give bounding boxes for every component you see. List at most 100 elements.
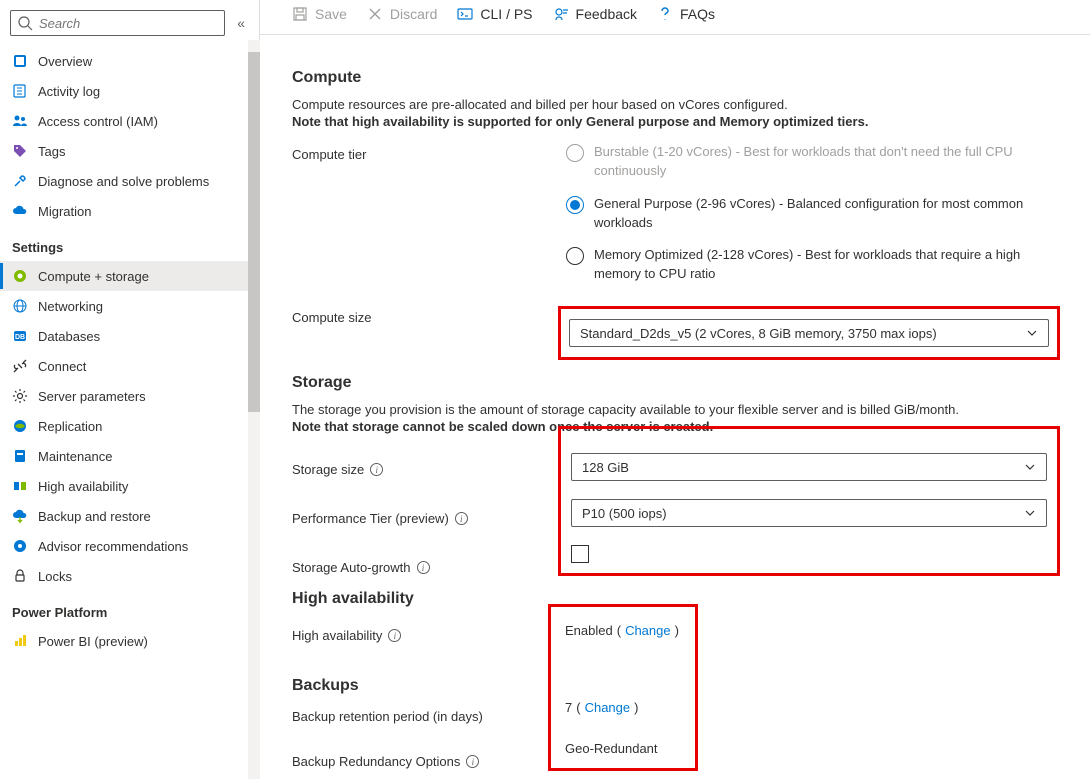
discard-button[interactable]: Discard (367, 6, 437, 22)
sidebar: « Overview Activity log Access control (… (0, 0, 260, 779)
nav-label: Maintenance (38, 449, 112, 464)
cloud-restore-icon (12, 508, 28, 524)
nav-access-control[interactable]: Access control (IAM) (0, 106, 259, 136)
ha-change-link[interactable]: Change (625, 623, 671, 638)
search-input-wrapper[interactable] (10, 10, 225, 36)
performance-tier-value: P10 (500 iops) (582, 506, 667, 521)
nav-replication[interactable]: Replication (0, 411, 259, 441)
globe-icon (12, 298, 28, 314)
database-icon: DB (12, 328, 28, 344)
backups-title: Backups (292, 677, 556, 695)
content: Compute Compute resources are pre-alloca… (260, 35, 1090, 779)
storage-size-select[interactable]: 128 GiB (571, 453, 1047, 481)
tier-memory-label: Memory Optimized (2-128 vCores) - Best f… (594, 246, 1060, 284)
cli-button[interactable]: CLI / PS (457, 6, 532, 22)
nav-compute-storage[interactable]: Compute + storage (0, 261, 259, 291)
nav-networking[interactable]: Networking (0, 291, 259, 321)
nav-label: Locks (38, 569, 72, 584)
nav-databases[interactable]: DB Databases (0, 321, 259, 351)
nav-connect[interactable]: Connect (0, 351, 259, 381)
nav-backup-restore[interactable]: Backup and restore (0, 501, 259, 531)
save-button[interactable]: Save (292, 6, 347, 22)
nav-tags[interactable]: Tags (0, 136, 259, 166)
nav-label: Diagnose and solve problems (38, 174, 209, 189)
connect-icon (12, 358, 28, 374)
overview-icon (12, 53, 28, 69)
nav-label: Server parameters (38, 389, 146, 404)
people-icon (12, 113, 28, 129)
nav-list: Overview Activity log Access control (IA… (0, 46, 259, 779)
lock-icon (12, 568, 28, 584)
gear-icon (12, 388, 28, 404)
activity-log-icon (12, 83, 28, 99)
tag-icon (12, 143, 28, 159)
save-label: Save (315, 6, 347, 22)
nav-label: Compute + storage (38, 269, 149, 284)
radio-icon (566, 247, 584, 265)
nav-advisor[interactable]: Advisor recommendations (0, 531, 259, 561)
tier-burstable[interactable]: Burstable (1-20 vCores) - Best for workl… (566, 143, 1060, 181)
feedback-button[interactable]: Feedback (553, 6, 637, 22)
chevron-down-icon (1026, 327, 1038, 339)
radio-icon (566, 144, 584, 162)
search-icon (17, 15, 33, 31)
nav-migration[interactable]: Migration (0, 196, 259, 226)
nav-label: Replication (38, 419, 102, 434)
ha-value: Enabled (565, 623, 613, 638)
nav-label: Databases (38, 329, 100, 344)
compute-lead: Compute resources are pre-allocated and … (292, 97, 1060, 112)
svg-text:DB: DB (15, 334, 25, 341)
cli-label: CLI / PS (480, 6, 532, 22)
nav-high-availability[interactable]: High availability (0, 471, 259, 501)
wrench-icon (12, 173, 28, 189)
maintenance-icon (12, 448, 28, 464)
nav-diagnose[interactable]: Diagnose and solve problems (0, 166, 259, 196)
compute-size-select[interactable]: Standard_D2ds_v5 (2 vCores, 8 GiB memory… (569, 319, 1049, 347)
chevron-down-icon (1024, 507, 1036, 519)
nav-power-bi[interactable]: Power BI (preview) (0, 626, 259, 656)
retention-value: 7 (565, 700, 572, 715)
storage-autogrowth-checkbox[interactable] (571, 545, 589, 563)
info-icon[interactable]: i (466, 755, 479, 768)
toolbar: Save Discard CLI / PS Feedback FAQs (260, 0, 1090, 35)
nav-overview[interactable]: Overview (0, 46, 259, 76)
compute-title: Compute (292, 69, 1060, 87)
search-input[interactable] (39, 16, 218, 31)
nav-maintenance[interactable]: Maintenance (0, 441, 259, 471)
tier-memory[interactable]: Memory Optimized (2-128 vCores) - Best f… (566, 246, 1060, 284)
discard-label: Discard (390, 6, 437, 22)
tier-general[interactable]: General Purpose (2-96 vCores) - Balanced… (566, 195, 1060, 233)
performance-tier-select[interactable]: P10 (500 iops) (571, 499, 1047, 527)
nav-server-parameters[interactable]: Server parameters (0, 381, 259, 411)
ha-label: High availability i (292, 624, 556, 643)
nav-locks[interactable]: Locks (0, 561, 259, 591)
storage-size-value: 128 GiB (582, 460, 629, 475)
storage-size-label: Storage size i (292, 458, 566, 477)
chevron-down-icon (1024, 461, 1036, 473)
active-indicator (0, 263, 3, 289)
compute-tier-radiogroup: Burstable (1-20 vCores) - Best for workl… (566, 143, 1060, 284)
retention-change-link[interactable]: Change (585, 700, 631, 715)
sidebar-scrollbar[interactable] (248, 40, 260, 779)
backup-redundancy-label: Backup Redundancy Options i (292, 750, 556, 769)
compute-size-label: Compute size (292, 306, 566, 325)
info-icon[interactable]: i (417, 561, 430, 574)
info-icon[interactable]: i (370, 463, 383, 476)
info-icon[interactable]: i (455, 512, 468, 525)
nav-label: Overview (38, 54, 92, 69)
nav-label: Advisor recommendations (38, 539, 188, 554)
scrollbar-thumb[interactable] (248, 52, 260, 412)
highlight-compute-size: Standard_D2ds_v5 (2 vCores, 8 GiB memory… (558, 306, 1060, 360)
faqs-button[interactable]: FAQs (657, 6, 715, 22)
highlight-ha-backup: Enabled (Change) 7 (Change) Geo-Redundan… (548, 604, 698, 771)
nav-activity-log[interactable]: Activity log (0, 76, 259, 106)
backup-retention-label: Backup retention period (in days) (292, 705, 556, 724)
cloud-icon (12, 203, 28, 219)
power-platform-header: Power Platform (0, 591, 259, 626)
nav-label: Tags (38, 144, 65, 159)
collapse-sidebar-button[interactable]: « (233, 11, 249, 35)
nav-label: Connect (38, 359, 86, 374)
highlight-storage: 128 GiB P10 (500 iops) (558, 426, 1060, 576)
info-icon[interactable]: i (388, 629, 401, 642)
nav-label: Power BI (preview) (38, 634, 148, 649)
